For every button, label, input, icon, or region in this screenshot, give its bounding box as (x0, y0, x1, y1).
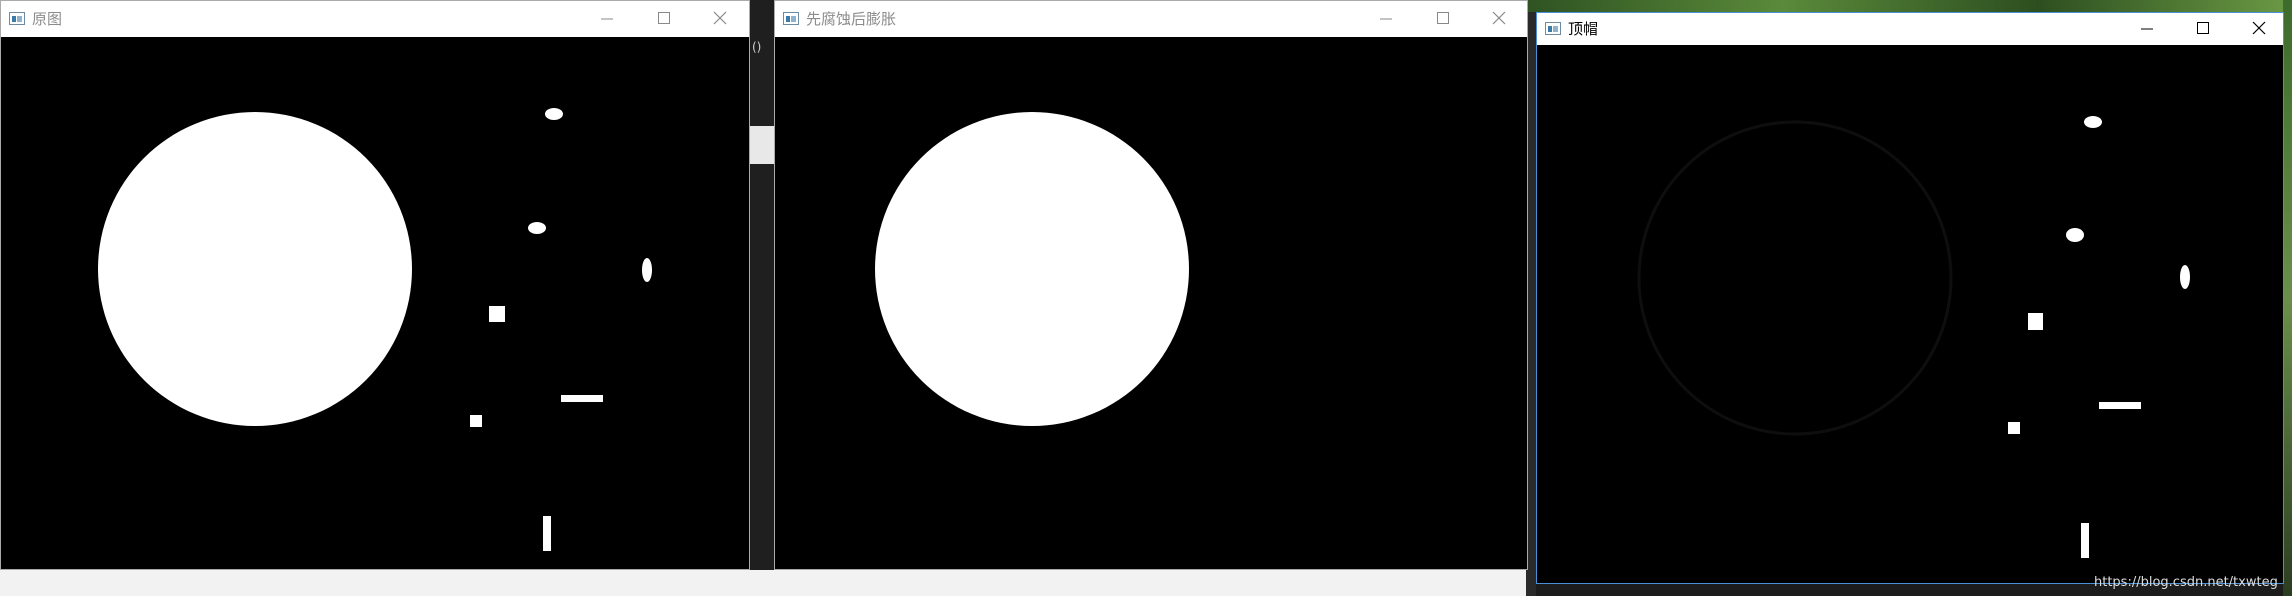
app-icon (783, 12, 799, 25)
shape-square-1 (489, 306, 505, 322)
minimize-button[interactable] (2127, 14, 2167, 42)
shape-square-1 (2028, 313, 2043, 330)
background-window-fragment (750, 126, 774, 164)
maximize-button[interactable] (1423, 4, 1463, 32)
window-opening-title: 先腐蚀后膨胀 (806, 10, 897, 28)
app-icon (9, 12, 25, 25)
shape-faint-circle-ring (1637, 120, 1953, 436)
desktop-wallpaper-green (1528, 0, 2292, 12)
shape-square-2 (2008, 422, 2020, 434)
maximize-icon (658, 12, 670, 24)
minimize-icon (601, 18, 613, 20)
minimize-button[interactable] (587, 4, 627, 32)
minimize-button[interactable] (1366, 4, 1406, 32)
window-tophat-titlebar[interactable]: 顶帽 (1537, 13, 2283, 45)
desktop-strip-bottom (0, 570, 1536, 596)
image-canvas-original (1, 37, 749, 569)
image-canvas-tophat (1537, 45, 2283, 583)
app-icon (1545, 22, 1561, 35)
shape-small-ellipse-1 (545, 108, 563, 120)
shape-large-circle (98, 112, 412, 426)
shape-horizontal-bar (2099, 402, 2141, 409)
desktop-gap-dark (750, 0, 774, 596)
close-icon (2252, 21, 2266, 35)
image-original (98, 108, 652, 551)
image-tophat (1637, 116, 2190, 558)
window-tophat[interactable]: 顶帽 (1536, 12, 2284, 584)
window-original-title: 原图 (32, 10, 63, 28)
maximize-icon (2197, 22, 2209, 34)
window-opening[interactable]: 先腐蚀后膨胀 (774, 0, 1528, 570)
window-tophat-title: 顶帽 (1568, 20, 1599, 38)
image-canvas-opening (775, 37, 1527, 569)
maximize-button[interactable] (2183, 14, 2223, 42)
shape-small-ellipse-1 (2084, 116, 2102, 128)
shape-vertical-ellipse (642, 258, 652, 282)
minimize-icon (1380, 18, 1392, 20)
image-opening (875, 112, 1189, 426)
close-button[interactable] (1479, 4, 1519, 32)
close-button[interactable] (2239, 14, 2279, 42)
close-icon (1492, 11, 1506, 25)
shape-square-2 (470, 415, 482, 427)
shape-vertical-ellipse (2180, 265, 2190, 289)
window-opening-titlebar[interactable]: 先腐蚀后膨胀 (775, 1, 1527, 37)
desktop-wallpaper-green-right (2283, 0, 2292, 596)
maximize-icon (1437, 12, 1449, 24)
window-original-titlebar[interactable]: 原图 (1, 1, 749, 37)
window-original[interactable]: 原图 (0, 0, 750, 570)
shape-vertical-bar (543, 516, 551, 551)
watermark-url: https://blog.csdn.net/txwteg (2094, 575, 2278, 590)
shape-vertical-bar (2081, 523, 2089, 558)
close-icon (713, 11, 727, 25)
shape-small-ellipse-2 (2066, 228, 2084, 242)
background-text-fragment: () (752, 40, 762, 54)
shape-large-circle (875, 112, 1189, 426)
minimize-icon (2141, 28, 2153, 30)
maximize-button[interactable] (644, 4, 684, 32)
shape-small-ellipse-2 (528, 222, 546, 234)
shape-horizontal-bar (561, 395, 603, 402)
close-button[interactable] (700, 4, 740, 32)
